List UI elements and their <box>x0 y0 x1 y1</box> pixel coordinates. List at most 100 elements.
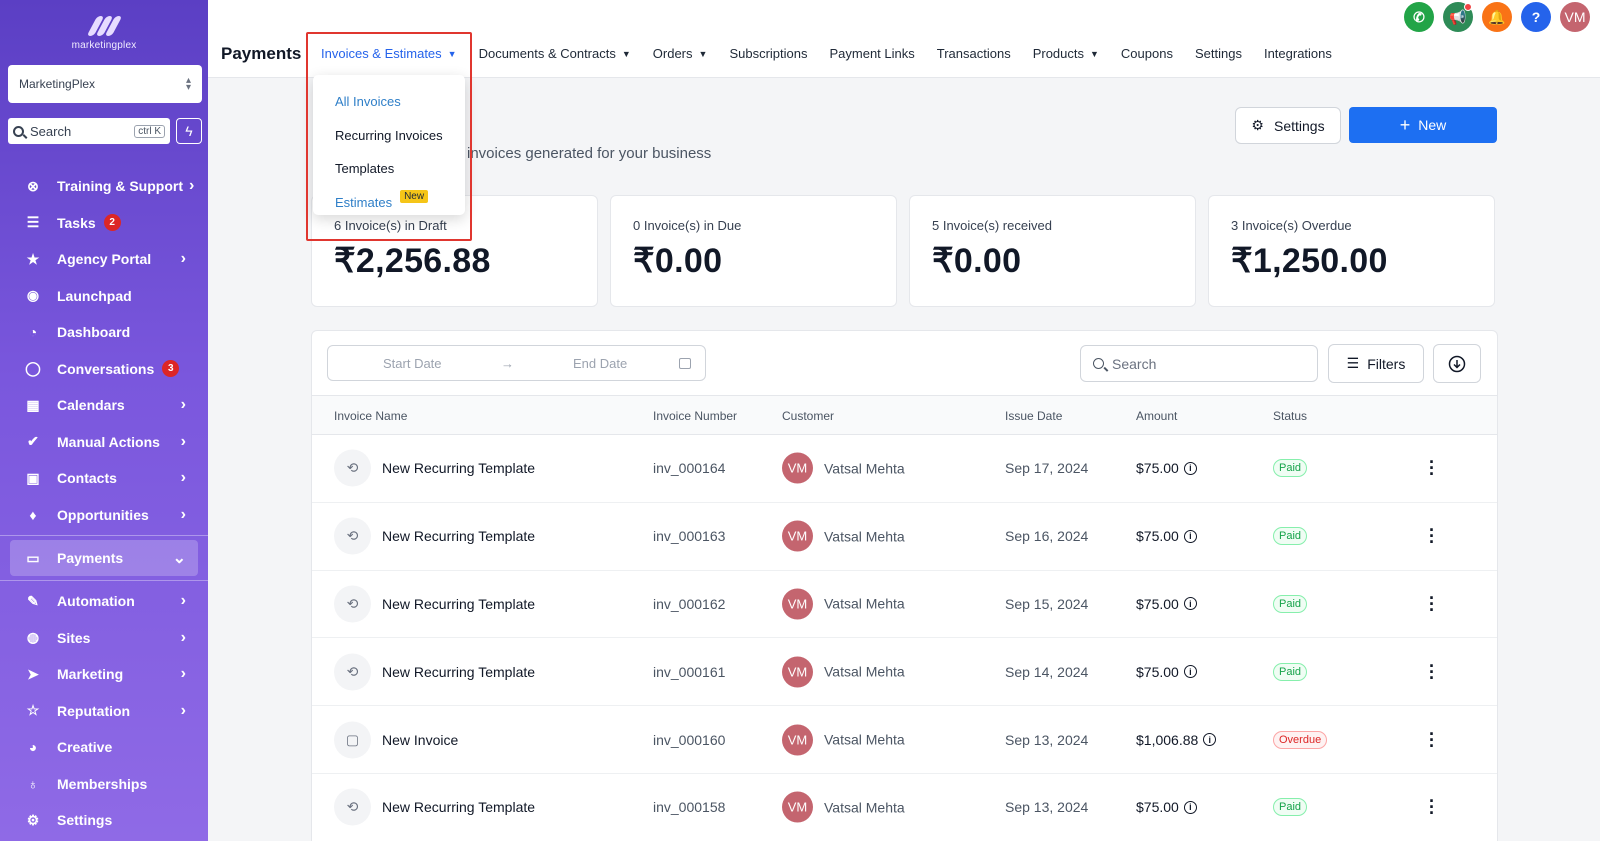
menu-item-templates[interactable]: Templates <box>313 152 465 186</box>
menu-item-estimates[interactable]: Estimates New <box>313 186 465 220</box>
recurring-icon: ⟲ <box>334 449 371 487</box>
column-header[interactable]: Issue Date <box>1005 409 1062 423</box>
column-header[interactable]: Status <box>1273 409 1307 423</box>
table-row[interactable]: ⟲ New Recurring Template inv_000164 VM Vatsa… <box>312 435 1497 503</box>
card-value: ₹1,250.00 <box>1231 242 1388 280</box>
date-range-picker[interactable]: Start Date → End Date <box>327 345 706 381</box>
bell-icon[interactable]: 🔔 <box>1482 2 1512 32</box>
table-row[interactable]: ⟲ New Recurring Template inv_000162 VM Vatsa… <box>312 571 1497 639</box>
count-badge: 2 <box>103 214 121 232</box>
invoice-name[interactable]: New Recurring Template <box>382 596 535 612</box>
more-options-icon[interactable]: · · · <box>1427 725 1437 755</box>
more-options-icon[interactable]: · · · <box>1427 657 1437 687</box>
more-options-icon[interactable]: · · · <box>1427 453 1437 483</box>
new-button[interactable]: + New <box>1349 107 1497 143</box>
chevron-down-icon: ▼ <box>621 48 631 59</box>
sidebar-item-tasks[interactable]: ☰ Tasks 2 <box>0 205 208 242</box>
tab-label: Subscriptions <box>729 46 808 61</box>
info-icon[interactable]: i <box>1203 733 1217 747</box>
column-header[interactable]: Amount <box>1136 409 1177 423</box>
settings-button[interactable]: ⚙ Settings <box>1235 107 1341 144</box>
invoice-name[interactable]: New Recurring Template <box>382 528 535 544</box>
table-search-input[interactable]: Search <box>1080 345 1318 382</box>
user-avatar[interactable]: VM <box>1560 2 1590 32</box>
sidebar-item-label: Settings <box>57 812 113 829</box>
download-button[interactable] <box>1433 344 1481 383</box>
sidebar-item-creative[interactable]: ◕ Creative <box>0 729 208 766</box>
sidebar-item-contacts[interactable]: ▣ Contacts › <box>0 460 208 497</box>
sidebar-item-opportunities[interactable]: ♦ Opportunities › <box>0 497 208 534</box>
tasks-icon: ☰ <box>26 214 40 231</box>
quick-action-button[interactable]: ϟ <box>176 118 202 144</box>
customer-avatar: VM <box>782 452 813 484</box>
sidebar-item-sites[interactable]: ◍ Sites › <box>0 620 208 657</box>
tab-label: Payment Links <box>829 46 915 61</box>
sidebar-item-launchpad[interactable]: ◉ Launchpad <box>0 278 208 315</box>
issue-date: Sep 13, 2024 <box>1005 799 1089 816</box>
sidebar-item-calendars[interactable]: ▦ Calendars › <box>0 387 208 424</box>
more-options-icon[interactable]: · · · <box>1427 521 1437 551</box>
more-options-icon[interactable]: · · · <box>1427 792 1437 822</box>
tab-settings[interactable]: Settings <box>1195 46 1242 61</box>
tab-invoices-estimates[interactable]: Invoices & Estimates ▼ <box>321 46 457 61</box>
help-icon[interactable]: ? <box>1521 2 1551 32</box>
invoice-name[interactable]: New Invoice <box>382 732 458 748</box>
sidebar-item-memberships[interactable]: ♁ Memberships <box>0 766 208 803</box>
table-row[interactable]: ⟲ New Recurring Template inv_000161 VM Vatsa… <box>312 638 1497 707</box>
chevron-right-icon: › <box>180 628 186 646</box>
recurring-icon: ⟲ <box>334 653 371 691</box>
table-row[interactable]: ⟲ New Recurring Template inv_000163 VM Vatsa… <box>312 503 1497 571</box>
amount: $75.00 <box>1136 799 1179 816</box>
invoice-name[interactable]: New Recurring Template <box>382 799 535 815</box>
tab-orders[interactable]: Orders ▼ <box>653 46 708 61</box>
sidebar-search[interactable]: Search ctrl K <box>8 118 170 144</box>
megaphone-icon[interactable]: 📢 <box>1443 2 1473 32</box>
tab-coupons[interactable]: Coupons <box>1121 46 1173 61</box>
info-icon[interactable]: i <box>1183 529 1197 543</box>
opportunities-icon: ♦ <box>29 506 37 523</box>
calendar-icon: ▦ <box>26 396 40 413</box>
invoices-dropdown-menu: All Invoices Recurring Invoices Templates E… <box>313 75 465 215</box>
sidebar-item-marketing[interactable]: ➤ Marketing › <box>0 656 208 693</box>
tab-documents-contracts[interactable]: Documents & Contracts ▼ <box>479 46 631 61</box>
invoice-name[interactable]: New Recurring Template <box>382 664 535 680</box>
column-header[interactable]: Invoice Number <box>653 409 737 423</box>
menu-item-all-invoices[interactable]: All Invoices <box>313 85 465 119</box>
sidebar-item-automation[interactable]: ✎ Automation › <box>0 583 208 620</box>
sidebar-item-agency-portal[interactable]: ★ Agency Portal › <box>0 241 208 278</box>
sidebar-item-payments[interactable]: ▭ Payments ⌄ <box>10 540 198 576</box>
tab-integrations[interactable]: Integrations <box>1264 46 1332 61</box>
invoice-number: inv_000164 <box>653 460 726 477</box>
topbar: Payments Invoices & Estimates ▼ Documents … <box>208 0 1600 78</box>
logo-icon <box>86 14 123 36</box>
recurring-icon: ⟲ <box>334 788 371 826</box>
chevron-down-icon: ▼ <box>698 48 708 59</box>
logo[interactable]: marketingplex <box>0 14 208 51</box>
info-icon[interactable]: i <box>1183 800 1197 814</box>
column-header[interactable]: Invoice Name <box>334 409 407 423</box>
sidebar-item-manual-actions[interactable]: ✔ Manual Actions › <box>0 424 208 461</box>
sidebar-item-dashboard[interactable]: ◔ Dashboard <box>0 314 208 351</box>
table-row[interactable]: ⟲ New Recurring Template inv_000158 VM Vatsa… <box>312 774 1497 841</box>
column-header[interactable]: Customer <box>782 409 834 423</box>
sidebar-item-reputation[interactable]: ☆ Reputation › <box>0 693 208 730</box>
info-icon[interactable]: i <box>1183 597 1197 611</box>
filters-button[interactable]: ☰ Filters <box>1328 344 1424 383</box>
tab-subscriptions[interactable]: Subscriptions <box>729 46 807 61</box>
tab-transactions[interactable]: Transactions <box>937 46 1011 61</box>
more-options-icon[interactable]: · · · <box>1427 589 1437 619</box>
sidebar-item-training-support[interactable]: ⊗ Training & Support › <box>0 168 208 205</box>
info-icon[interactable]: i <box>1183 461 1197 475</box>
issue-date: Sep 15, 2024 <box>1005 595 1089 612</box>
filter-icon: ☰ <box>1346 355 1360 371</box>
menu-item-recurring-invoices[interactable]: Recurring Invoices <box>313 119 465 153</box>
info-icon[interactable]: i <box>1183 665 1197 679</box>
phone-icon[interactable]: ✆ <box>1404 2 1434 32</box>
tab-products[interactable]: Products ▼ <box>1033 46 1099 61</box>
tab-payment-links[interactable]: Payment Links <box>829 46 914 61</box>
sidebar-item-settings[interactable]: ⚙ Settings <box>0 802 208 839</box>
table-row[interactable]: ▢ New Invoice inv_000160 VM Vatsal Mehta Sep … <box>312 706 1497 774</box>
sidebar-item-conversations[interactable]: ◯ Conversations 3 <box>0 351 208 388</box>
invoice-name[interactable]: New Recurring Template <box>382 460 535 476</box>
account-switcher[interactable]: MarketingPlex ▴ ▾ <box>8 65 202 103</box>
